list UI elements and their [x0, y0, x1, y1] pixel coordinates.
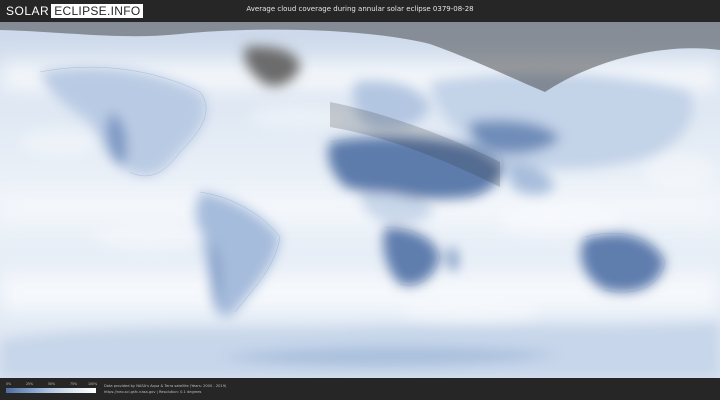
legend-tick-0: 0% — [6, 382, 12, 386]
legend-tick-50: 50% — [48, 382, 56, 386]
cloud-coverage-legend: 0% 25% 50% 75% 100% — [6, 382, 98, 393]
footer-bar: 0% 25% 50% 75% 100% Data provided by NAS… — [0, 378, 720, 400]
legend-color-bar — [6, 388, 96, 393]
cloud-coverage-map — [0, 22, 720, 378]
legend-ticks: 0% 25% 50% 75% 100% — [6, 382, 98, 388]
data-credit: Data provided by NASA's Aqua & Terra sat… — [104, 383, 226, 395]
legend-tick-25: 25% — [26, 382, 34, 386]
header-bar: SOLAR ECLIPSE.INFO Average cloud coverag… — [0, 0, 720, 22]
page-title: Average cloud coverage during annular so… — [246, 5, 474, 13]
legend-tick-100: 100% — [88, 382, 98, 386]
legend-tick-75: 75% — [70, 382, 78, 386]
credit-line-link[interactable]: https://neo.sci.gsfc.nasa.gov | Resoluti… — [104, 389, 226, 395]
